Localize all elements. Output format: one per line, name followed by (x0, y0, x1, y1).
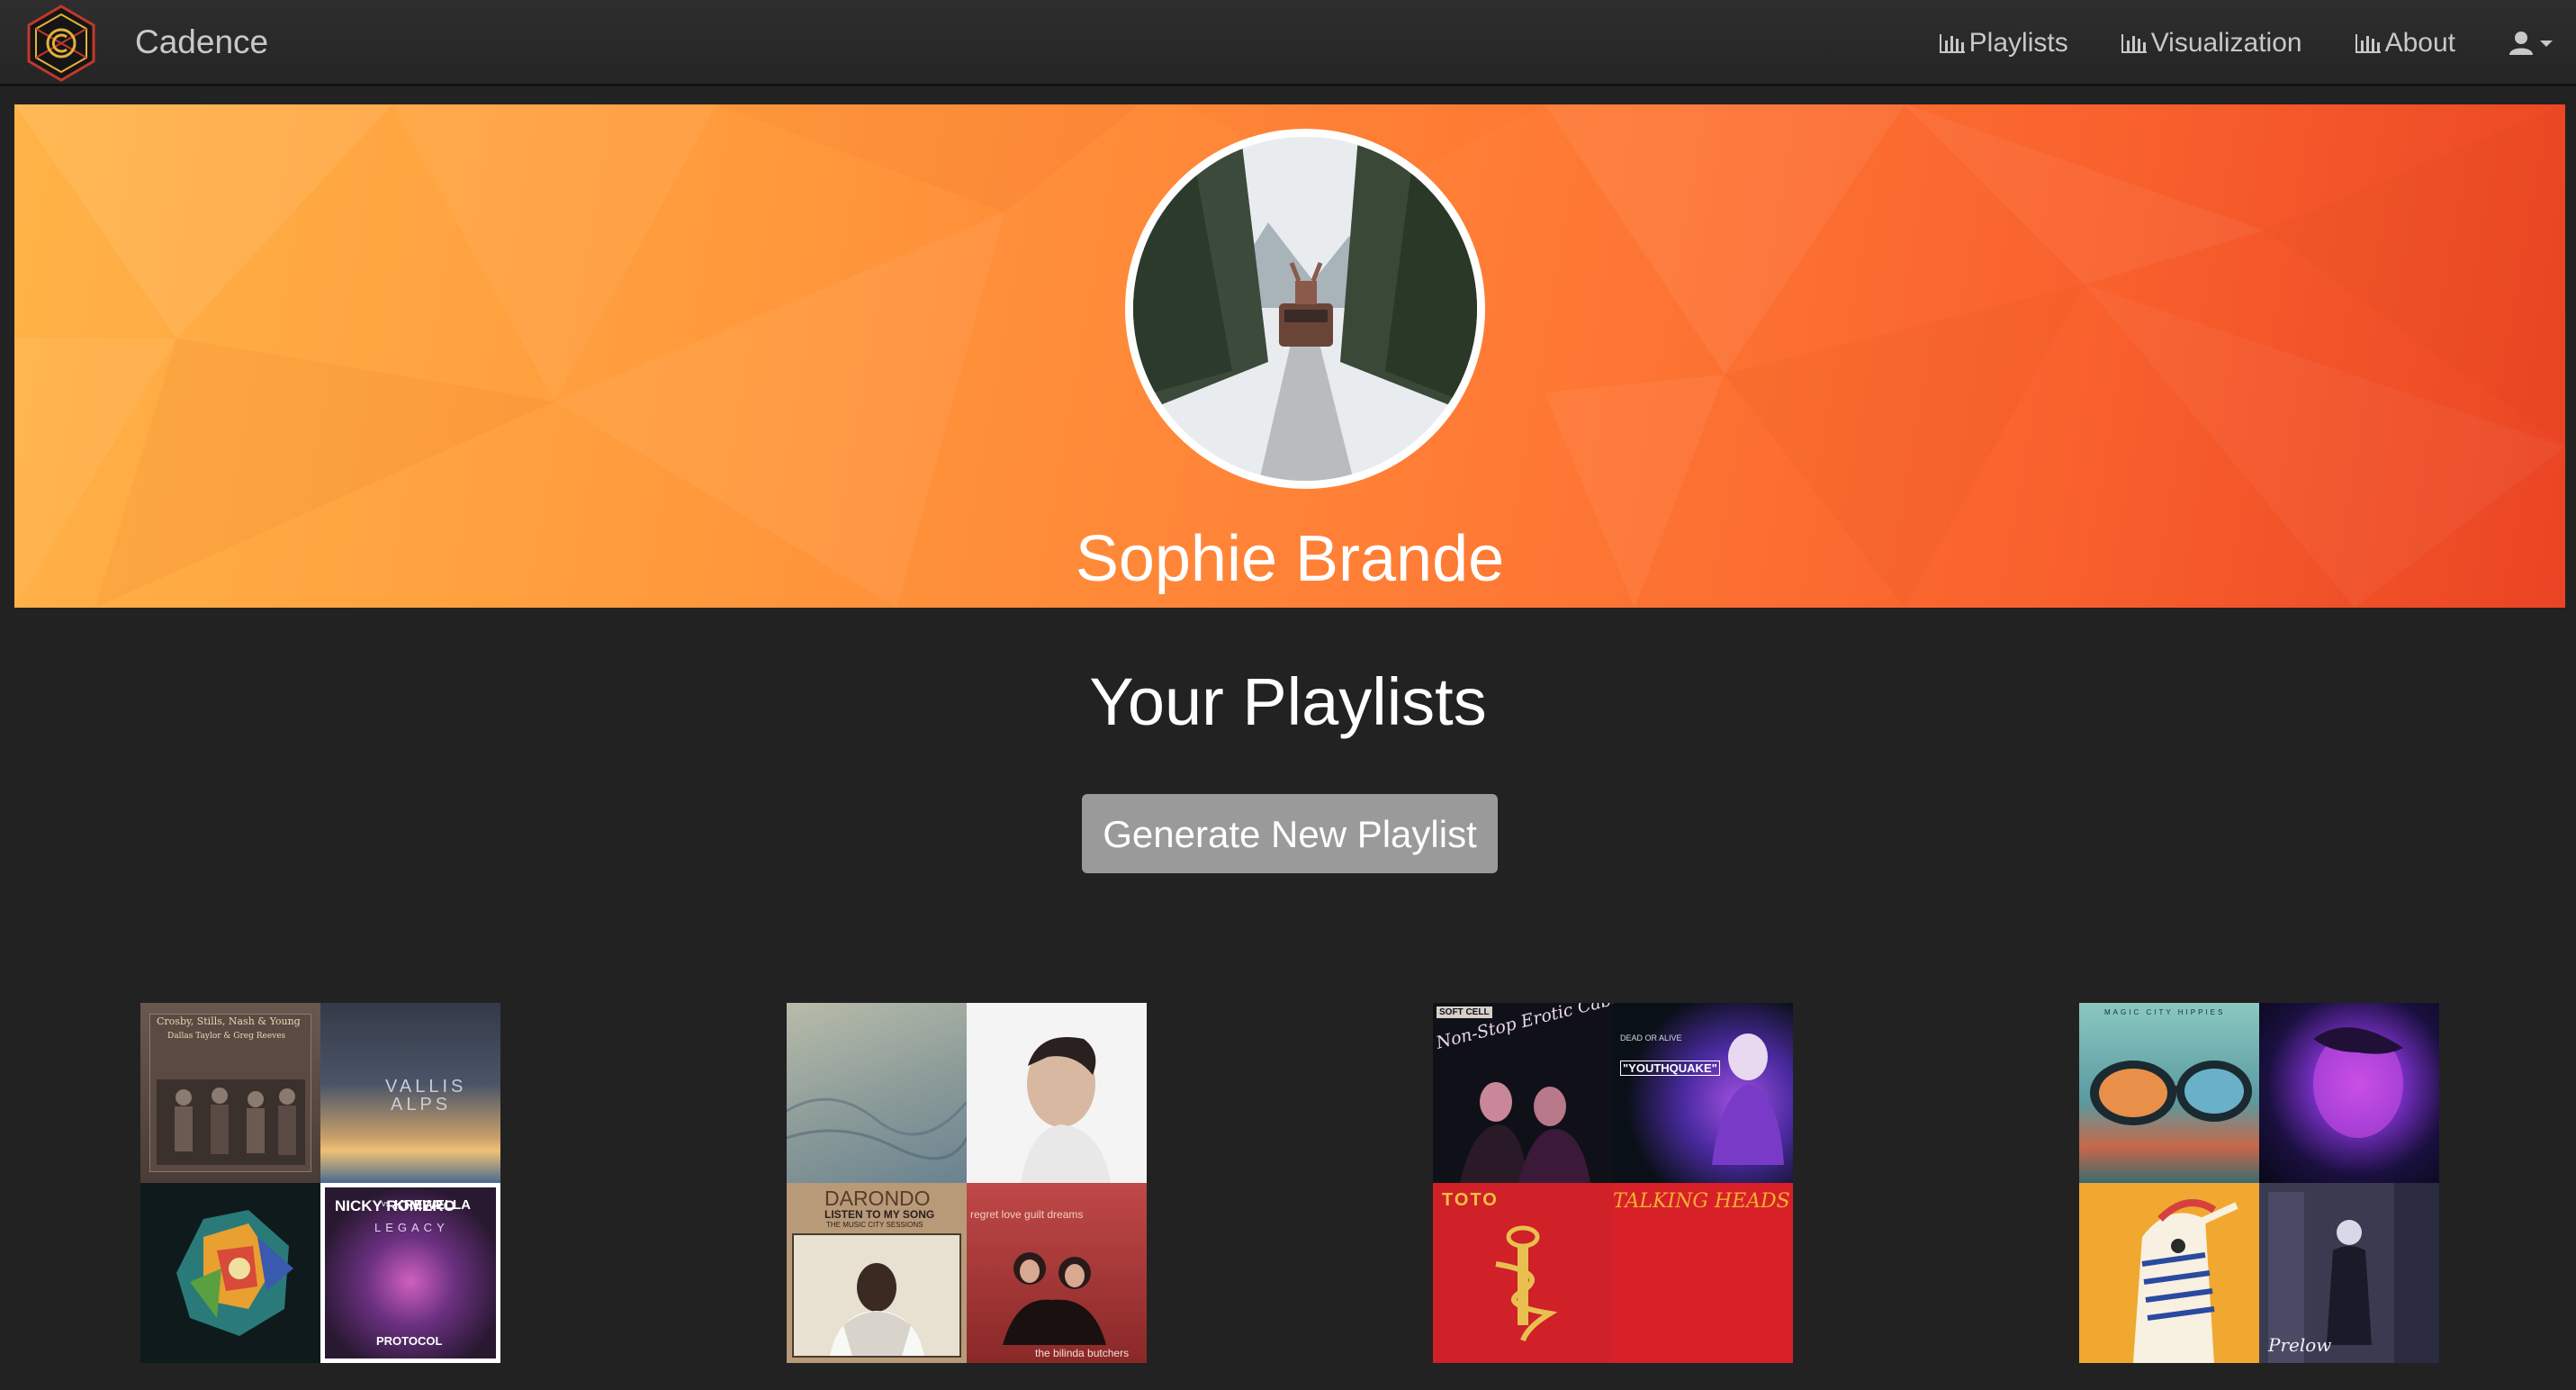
album-cover-text: ALPS (391, 1095, 452, 1115)
album-cover-text: MAGIC CITY HIPPIES (2104, 1008, 2226, 1016)
album-cover: TALKING HEADS (1613, 1183, 1793, 1363)
profile-banner: Sophie Brande (14, 104, 2565, 608)
album-art (176, 1210, 293, 1336)
album-art (1495, 1225, 1558, 1342)
nav-item-label: About (2384, 28, 2455, 58)
profile-name: Sophie Brande (1075, 523, 1505, 595)
album-art (2313, 1027, 2403, 1138)
album-cover-text: LISTEN TO MY SONG (824, 1208, 935, 1221)
album-art (1003, 1252, 1106, 1345)
album-cover-text: TOTO (1442, 1190, 1499, 1210)
album-art (787, 1097, 967, 1160)
album-cover-text: Dallas Taylor & Greg Reeves (167, 1032, 286, 1041)
album-cover: Prelow (2259, 1183, 2439, 1363)
bar-chart-icon (1939, 34, 1965, 53)
nav-item-visualization[interactable]: Visualization (2121, 28, 2302, 59)
playlist-tile-1[interactable]: Crosby, Stills, Nash & Young Dallas Tayl… (140, 1003, 500, 1363)
album-cover (2259, 1003, 2439, 1183)
album-cover-text: DEAD OR ALIVE (1620, 1033, 1682, 1042)
bar-chart-icon (2121, 34, 2147, 53)
album-cover (2079, 1183, 2259, 1363)
album-cover: SOFT CELL Non-Stop Erotic Cabaret (1433, 1003, 1613, 1183)
album-art (830, 1263, 924, 1356)
album-cover-text: the bilinda butchers (1035, 1347, 1130, 1359)
playlist-tile-3[interactable]: SOFT CELL Non-Stop Erotic Cabaret DEAD O… (1433, 1003, 1793, 1363)
nav-item-playlists[interactable]: Playlists (1939, 28, 2068, 59)
album-cover-text: THE MUSIC CITY SESSIONS (826, 1221, 923, 1229)
page-title: Your Playlists (1089, 664, 1487, 739)
album-art (2090, 1061, 2252, 1125)
nav-item-label: Playlists (1968, 28, 2068, 58)
cadence-logo-icon[interactable] (22, 4, 101, 83)
album-cover: NICKY ROMERO vs KREWELLA LEGACY PROTOCOL (320, 1183, 500, 1363)
nav-item-about[interactable]: About (2355, 28, 2455, 59)
user-icon (2509, 32, 2533, 55)
profile-avatar[interactable] (1125, 129, 1485, 489)
nav-links: Playlists Visualization About (1887, 0, 2554, 86)
album-cover: DARONDO LISTEN TO MY SONG THE MUSIC CITY… (787, 1183, 967, 1363)
album-cover (967, 1003, 1147, 1183)
nav-item-label: Visualization (2150, 28, 2302, 58)
playlist-tile-4[interactable]: MAGIC CITY HIPPIES Prelow (2079, 1003, 2439, 1363)
album-cover: VALLIS ALPS (320, 1003, 500, 1183)
generate-playlist-button[interactable]: Generate New Playlist (1082, 794, 1498, 873)
album-cover-text: TALKING HEADS (1613, 1190, 1790, 1213)
band-photo (157, 1079, 305, 1165)
album-cover: Crosby, Stills, Nash & Young Dallas Tayl… (140, 1003, 320, 1183)
album-cover-text: Crosby, Stills, Nash & Young (157, 1015, 301, 1027)
album-cover-text: DARONDO (824, 1187, 931, 1210)
album-cover-text: LEGACY (374, 1221, 449, 1234)
user-menu-dropdown[interactable] (2508, 31, 2554, 56)
album-cover: MAGIC CITY HIPPIES (2079, 1003, 2259, 1183)
album-cover-text: KREWELLA (394, 1197, 471, 1213)
album-cover: regret love guilt dreams the bilinda but… (967, 1183, 1147, 1363)
album-art (2133, 1199, 2238, 1363)
album-art (1712, 1033, 1784, 1165)
bar-chart-icon (2355, 34, 2381, 53)
album-cover: TOTO (1433, 1183, 1613, 1363)
album-cover-text: SOFT CELL (1437, 1006, 1492, 1018)
album-cover-text: vs (382, 1199, 390, 1208)
brand-name[interactable]: Cadence (135, 22, 268, 63)
album-cover (787, 1003, 967, 1183)
album-cover: DEAD OR ALIVE "YOUTHQUAKE" (1613, 1003, 1793, 1183)
playlist-tile-2[interactable]: DARONDO LISTEN TO MY SONG THE MUSIC CITY… (787, 1003, 1147, 1363)
navbar: Cadence Playlists Visualization About (0, 0, 2576, 86)
caret-down-icon (2540, 41, 2553, 47)
avatar-photo (1133, 137, 1477, 481)
album-art (1460, 1082, 1590, 1183)
album-cover (140, 1183, 320, 1363)
album-cover-text: PROTOCOL (376, 1334, 443, 1348)
album-art (1021, 1037, 1111, 1183)
album-cover-text: Prelow (2268, 1334, 2332, 1356)
